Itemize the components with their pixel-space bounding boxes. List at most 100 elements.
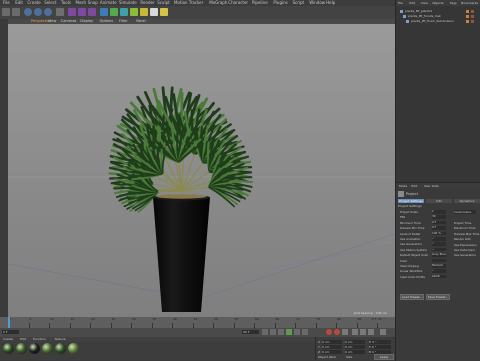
object-name[interactable]: plants_PP_Trunk_Subdivision	[411, 19, 454, 23]
coord-mode-dropdown[interactable]: Object (Rel)	[318, 355, 336, 359]
tab-project-settings[interactable]: Project Settings	[398, 199, 424, 203]
field-value[interactable]: Medium	[432, 263, 446, 268]
object-menu-item[interactable]: File	[398, 1, 403, 5]
coord-size-mode-dropdown[interactable]: Size	[346, 355, 352, 359]
coord-size-field[interactable]: 0 cm	[345, 345, 365, 349]
attribute-menu-item[interactable]: Edit	[411, 184, 417, 188]
coord-size-field[interactable]: 0 cm	[345, 350, 365, 354]
timeline-tick-label: 20	[91, 317, 95, 321]
redo-icon[interactable]	[12, 8, 20, 16]
axis-z-icon[interactable]	[44, 8, 52, 16]
field-value[interactable]: 0 F	[432, 226, 446, 230]
object-menu-item[interactable]: Tags	[450, 1, 457, 5]
autokey-icon[interactable]	[334, 329, 340, 335]
go-to-start-icon[interactable]	[262, 329, 268, 335]
environment-icon[interactable]	[140, 8, 148, 16]
scale-key-icon[interactable]	[360, 329, 366, 335]
light-icon[interactable]	[160, 8, 168, 16]
field-value[interactable]: ✓	[432, 242, 446, 246]
timeline[interactable]: 0510152025303540455055606570758085900 F	[0, 317, 395, 328]
object-menu-item[interactable]: View	[421, 1, 428, 5]
material-swatch[interactable]	[55, 343, 66, 354]
texture-tag-icon[interactable]	[471, 15, 474, 18]
position-key-icon[interactable]	[352, 329, 358, 335]
field-value[interactable]: 1	[432, 209, 446, 214]
play-icon[interactable]	[286, 329, 292, 335]
material-tag-icon[interactable]	[466, 15, 469, 18]
material-swatch[interactable]	[29, 343, 40, 354]
object-name[interactable]: plants_PP_plant01	[405, 9, 432, 13]
apply-button[interactable]: Apply	[374, 354, 394, 360]
undo-icon[interactable]	[2, 8, 10, 16]
axis-y-icon[interactable]	[34, 8, 42, 16]
material-swatch[interactable]	[3, 343, 14, 354]
object-name[interactable]: plants_PP_fronds_mat	[408, 14, 441, 18]
material-swatch[interactable]	[16, 343, 27, 354]
coord-position-field[interactable]: 0 cm	[322, 340, 342, 344]
field-value[interactable]: 30	[432, 215, 446, 219]
object-menu-item[interactable]: Edit	[409, 1, 415, 5]
field-label: Color	[400, 258, 408, 263]
viewport[interactable]: View Cameras Display Options Filter Panel	[8, 19, 395, 317]
start-frame-field[interactable]: 0 F	[2, 330, 19, 334]
object-menu-item[interactable]: Objects	[432, 1, 443, 5]
field-label: Input Color Profile	[400, 274, 426, 279]
unit-dropdown[interactable]: Centimeters	[454, 210, 476, 214]
coord-size-field[interactable]: 0 cm	[345, 340, 365, 344]
material-swatch[interactable]	[42, 343, 53, 354]
nurbs-icon[interactable]	[110, 8, 118, 16]
field-value[interactable]: sRGB	[432, 274, 446, 279]
plant-pot	[153, 197, 210, 312]
material-swatch[interactable]	[68, 343, 79, 354]
coord-rotation-field[interactable]: H 0 °	[369, 340, 391, 344]
texture-tag-icon[interactable]	[471, 20, 474, 23]
object-row[interactable]: plants_PP_Trunk_Subdivision	[396, 19, 480, 24]
attribute-title: Project	[406, 192, 418, 196]
timeline-playhead[interactable]	[8, 317, 10, 328]
attribute-menu-item[interactable]: User Data	[424, 184, 439, 188]
material-menu-item[interactable]: Edit	[20, 337, 26, 342]
world-coords-icon[interactable]	[56, 8, 64, 16]
timeline-tick-label: 80	[337, 317, 341, 321]
render-picture-viewer-icon[interactable]	[78, 8, 86, 16]
array-icon[interactable]	[120, 8, 128, 16]
step-back-icon[interactable]	[270, 329, 276, 335]
attribute-menu-item[interactable]: Mode	[399, 184, 407, 188]
field-value[interactable]: ✓	[432, 269, 446, 273]
keyframe-selection-icon[interactable]	[342, 329, 348, 335]
material-tag-icon[interactable]	[466, 20, 469, 23]
texture-tag-icon[interactable]	[471, 10, 474, 13]
object-menu-item[interactable]: Bookmarks	[461, 1, 478, 5]
material-menu-item[interactable]: Function	[33, 337, 46, 342]
rotation-key-icon[interactable]	[368, 329, 374, 335]
field-value[interactable]: 0 F	[432, 220, 446, 225]
field-value[interactable]: Gray Blue	[432, 253, 446, 257]
material-menu-item[interactable]: Texture	[55, 337, 66, 342]
field-value[interactable]: 100 %	[432, 231, 446, 236]
tab-info[interactable]: Info	[426, 199, 452, 203]
camera-icon[interactable]	[150, 8, 158, 16]
preset-button[interactable]: Save Preset...	[426, 294, 450, 300]
end-frame-field[interactable]: 90 F	[242, 330, 259, 334]
cube-icon[interactable]	[100, 8, 108, 16]
timeline-tick-label: 15	[70, 317, 75, 321]
play-back-icon[interactable]	[278, 329, 284, 335]
material-menu-item[interactable]: Create	[3, 337, 13, 342]
timeline-menu-icon[interactable]	[380, 329, 386, 335]
field-value[interactable]: ✓	[432, 236, 446, 241]
render-settings-icon[interactable]	[88, 8, 96, 16]
axis-x-icon[interactable]	[24, 8, 32, 16]
preset-button[interactable]: Load Preset...	[400, 294, 424, 300]
field-value[interactable]: ✓	[432, 247, 446, 252]
coord-position-field[interactable]: 0 cm	[322, 350, 342, 354]
render-view-icon[interactable]	[68, 8, 76, 16]
material-tag-icon[interactable]	[466, 10, 469, 13]
step-forward-icon[interactable]	[294, 329, 300, 335]
deformer-icon[interactable]	[130, 8, 138, 16]
field-value[interactable]	[432, 258, 446, 263]
coord-rotation-field[interactable]: P 0 °	[369, 345, 391, 349]
record-icon[interactable]	[326, 329, 332, 335]
tab-dynamics[interactable]: Dynamics	[454, 199, 480, 203]
go-to-end-icon[interactable]	[302, 329, 308, 335]
coord-position-field[interactable]: 0 cm	[322, 345, 342, 349]
